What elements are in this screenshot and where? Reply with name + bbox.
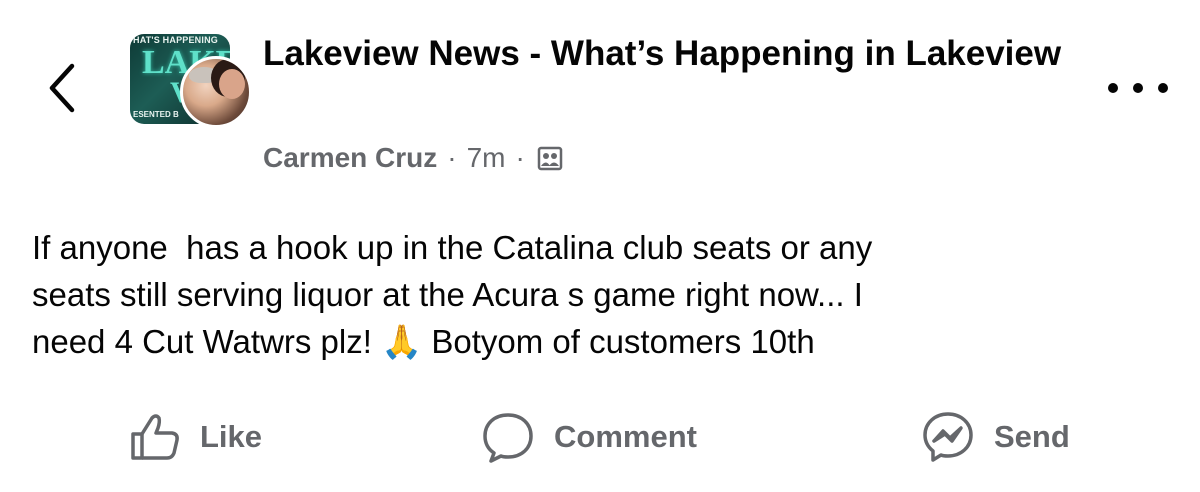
comment-bubble-icon [483, 413, 533, 463]
like-label: Like [200, 419, 263, 454]
author-name[interactable]: Carmen Cruz [263, 142, 437, 174]
meta-separator: · [447, 142, 457, 173]
more-options-button[interactable] [1108, 78, 1168, 98]
more-dots-icon-2 [1133, 83, 1143, 93]
chevron-left-icon [49, 63, 75, 113]
more-dots-icon-3 [1158, 83, 1168, 93]
avatar-photo-detail-2 [219, 69, 245, 99]
meta-separator-2: · [515, 142, 525, 173]
action-bar: Like Comment Send [0, 405, 1200, 469]
comment-button[interactable]: Comment [480, 405, 697, 469]
group-avatar-text-bottom: ESENTED B [133, 110, 179, 119]
more-dots-icon [1108, 83, 1118, 93]
avatar-photo-detail [189, 67, 219, 83]
thumbs-up-icon [131, 414, 179, 460]
comment-label: Comment [554, 419, 697, 454]
author-avatar[interactable] [180, 56, 252, 128]
messenger-icon [923, 412, 973, 462]
post-text: If anyone has a hook up in the Catalina … [32, 229, 873, 360]
post-time[interactable]: 7m [467, 142, 506, 174]
group-title[interactable]: Lakeview News - What’s Happening in Lake… [263, 30, 1063, 78]
send-label: Send [994, 419, 1070, 454]
send-button[interactable]: Send [920, 405, 1070, 469]
post-meta: Carmen Cruz · 7m · [263, 138, 563, 178]
back-button[interactable] [40, 58, 84, 118]
like-button[interactable]: Like [128, 405, 262, 469]
group-audience-icon[interactable] [537, 145, 563, 171]
